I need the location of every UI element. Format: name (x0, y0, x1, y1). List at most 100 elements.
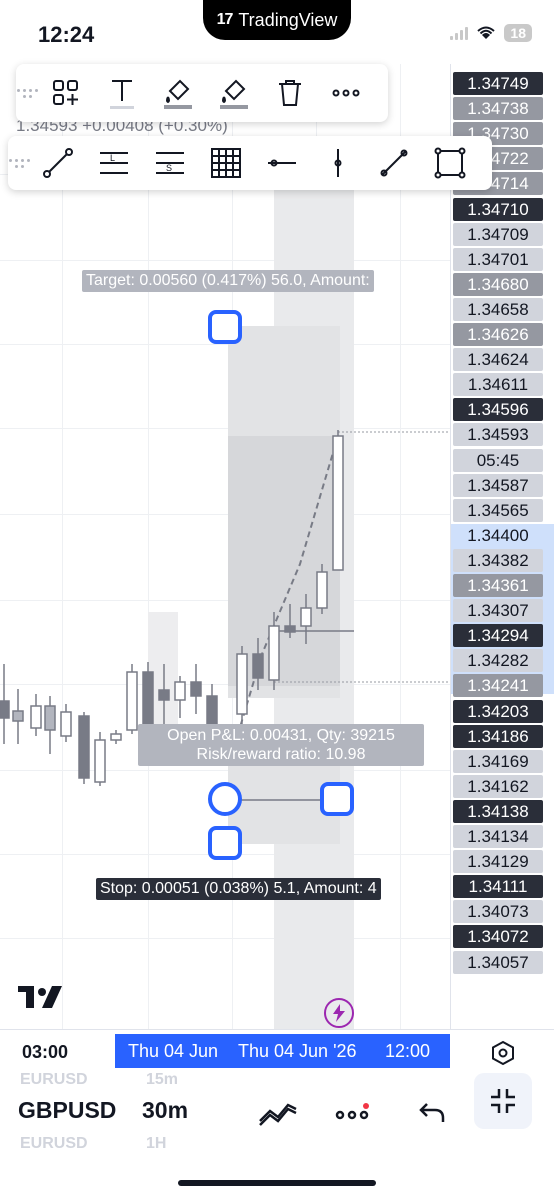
interval-selector[interactable]: 30m (142, 1097, 188, 1124)
price-label: 1.34203 (453, 699, 543, 723)
tradingview-watermark-icon (18, 986, 66, 1010)
price-label: 1.34593 (453, 423, 543, 447)
price-label: 1.34658 (453, 297, 543, 321)
settings-hexagon-icon (492, 1040, 514, 1066)
signal-icon (450, 26, 469, 40)
price-label: 1.34111 (453, 875, 543, 899)
status-indicators: 18 (450, 24, 532, 42)
stop-handle[interactable] (208, 826, 242, 860)
dynamic-island: 17 TradingView (203, 0, 351, 40)
price-label: 1.34186 (453, 724, 543, 748)
home-indicator (178, 1180, 376, 1186)
lightning-icon[interactable] (324, 998, 354, 1028)
add-object-icon (53, 80, 78, 105)
add-object-button[interactable] (38, 69, 94, 117)
undo-button[interactable] (412, 1093, 452, 1133)
battery-indicator: 18 (504, 24, 532, 42)
price-label: 1.34241 (453, 674, 543, 698)
collapse-icon (491, 1089, 515, 1113)
tradingview-logo-icon: 17 (216, 11, 234, 28)
horizontal-ray-icon (268, 159, 296, 167)
line-color-button[interactable] (206, 69, 262, 117)
fill-color-button[interactable] (150, 69, 206, 117)
indicators-button[interactable] (256, 1093, 300, 1133)
profit-zone-inner (228, 436, 340, 686)
price-label: 1.34701 (453, 247, 543, 271)
price-label: 1.34680 (453, 272, 543, 296)
ghost-interval-below: 1H (146, 1135, 167, 1152)
price-label: 1.34129 (453, 850, 543, 874)
price-label: 1.34565 (453, 498, 543, 522)
undo-icon (419, 1103, 445, 1122)
ghost-symbol-above: EURUSD (20, 1071, 88, 1088)
grid-button[interactable] (198, 139, 254, 187)
rectangle-icon (434, 147, 466, 179)
fullscreen-exit-button[interactable] (474, 1073, 532, 1129)
rectangle-button[interactable] (422, 139, 478, 187)
entry-handle[interactable] (208, 782, 242, 816)
price-label: 1.34400 (467, 525, 529, 545)
price-label: 1.34138 (453, 799, 543, 823)
drawing-toolbar-drag-handle[interactable] (8, 150, 30, 176)
chart-settings-button[interactable] (490, 1040, 516, 1066)
long-position-icon: L (100, 152, 128, 174)
target-label: Target: 0.00560 (0.417%) 56.0, Amount: (82, 270, 374, 292)
object-toolbar (16, 64, 388, 122)
price-label: 05:45 (453, 448, 543, 472)
more-options-button[interactable] (330, 1093, 374, 1133)
fill-color-icon (164, 79, 192, 109)
svg-text:S: S (166, 163, 172, 173)
horizontal-ray-button[interactable] (254, 139, 310, 187)
trend-line-button[interactable] (30, 139, 86, 187)
toolbar-drag-handle[interactable] (16, 80, 38, 106)
drawing-toolbar: L S (8, 136, 492, 190)
width-handle[interactable] (320, 782, 354, 816)
ray-icon (380, 149, 408, 177)
time-sel-end: 12:00 (385, 1041, 431, 1061)
price-label: 1.34738 (453, 97, 543, 121)
indicators-icon (259, 1103, 297, 1126)
long-position-button[interactable]: L (86, 139, 142, 187)
pnl-label: Open P&L: 0.00431, Qty: 39215 (167, 727, 395, 744)
status-bar: 12:24 17 TradingView 18 (0, 0, 554, 64)
price-label: 1.34709 (453, 222, 543, 246)
ray-button[interactable] (366, 139, 422, 187)
price-label: 1.34073 (453, 900, 543, 924)
delete-button[interactable] (262, 69, 318, 117)
text-icon (110, 80, 134, 109)
price-label: 1.34749 (453, 72, 543, 95)
price-label: 1.34596 (453, 398, 543, 422)
text-button[interactable] (94, 69, 150, 117)
grid-icon (211, 148, 241, 178)
price-label: 1.34587 (453, 473, 543, 497)
price-label: 1.34361 (453, 574, 543, 597)
risk-reward-label: Risk/reward ratio: 10.98 (196, 746, 366, 763)
time-scale[interactable]: 03:00 Thu 04 Jun Thu 04 Jun '26 12:00 (0, 1029, 554, 1073)
time-selection: Thu 04 Jun Thu 04 Jun '26 12:00 (115, 1034, 450, 1068)
vertical-line-icon (334, 149, 342, 177)
trash-icon (279, 80, 301, 106)
price-label: 1.34134 (453, 825, 543, 848)
line-color-icon (220, 79, 248, 109)
more-button[interactable] (318, 69, 374, 117)
price-label: 1.34611 (453, 373, 543, 397)
price-label: 1.34710 (453, 197, 543, 221)
price-label: 1.34624 (453, 348, 543, 372)
svg-text:L: L (110, 153, 115, 163)
price-label: 1.34162 (453, 774, 543, 798)
price-label: 1.34072 (453, 925, 543, 949)
price-scale[interactable]: 1.34749 1.34738 1.34730 1.34722 1.34714 1.347… (450, 64, 554, 1029)
time-sel-mid: Thu 04 Jun '26 (238, 1041, 357, 1061)
symbol-selector[interactable]: GBPUSD (18, 1097, 116, 1124)
price-label: 1.34294 (453, 624, 543, 648)
short-position-button[interactable]: S (142, 139, 198, 187)
vertical-line-button[interactable] (310, 139, 366, 187)
more-options-icon (335, 1103, 369, 1120)
more-icon (332, 89, 360, 97)
bottom-bar: EURUSD 15m GBPUSD 30m EURUSD 1H (0, 1071, 554, 1173)
short-position-icon: S (156, 152, 184, 174)
chart-pane[interactable]: 1.34593 +0.00408 (+0.30%) Target: 0.0056… (0, 64, 450, 1029)
target-handle[interactable] (208, 310, 242, 344)
trend-line-icon (43, 148, 73, 178)
time-label: 03:00 (22, 1042, 69, 1062)
